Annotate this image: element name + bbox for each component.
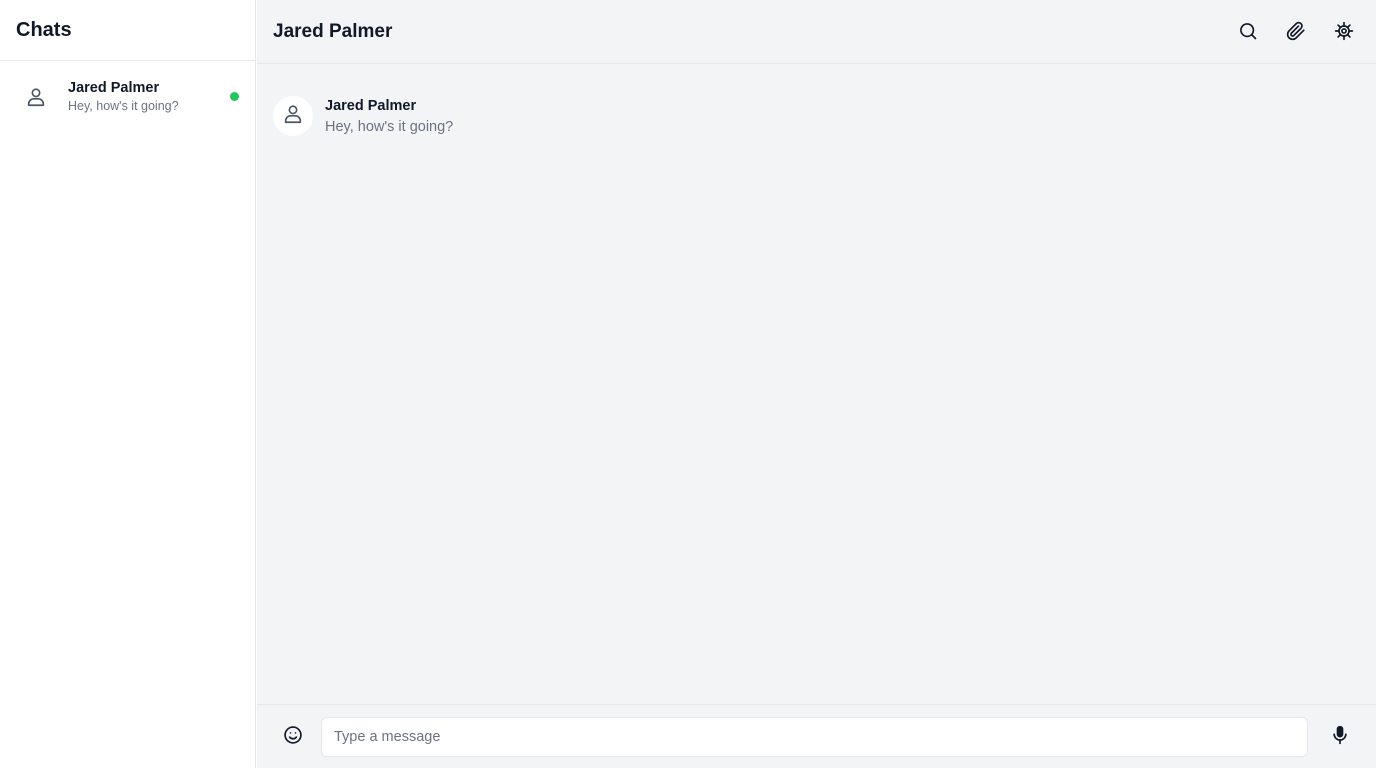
smiley-icon — [283, 725, 303, 748]
online-status-indicator — [230, 92, 239, 101]
message-body: Jared Palmer Hey, how's it going? — [325, 96, 453, 137]
message-composer — [257, 704, 1376, 768]
user-icon — [282, 103, 304, 130]
sidebar-header: Chats — [0, 0, 255, 61]
chat-item-name: Jared Palmer — [68, 80, 160, 96]
user-icon — [24, 85, 48, 109]
conversation-panel: Jared Palmer Jared Palmer Hey, how's it … — [257, 0, 1376, 768]
header-actions — [1232, 16, 1360, 48]
settings-button[interactable] — [1328, 16, 1360, 48]
conversation-header: Jared Palmer — [257, 0, 1376, 64]
message-sender: Jared Palmer — [325, 98, 417, 114]
message-item: Jared Palmer Hey, how's it going? — [273, 96, 1360, 137]
message-avatar — [273, 96, 313, 136]
message-list: Jared Palmer Hey, how's it going? — [257, 64, 1376, 137]
chat-item-text: Jared Palmer Hey, how's it going? — [68, 79, 179, 115]
sidebar-title: Chats — [16, 19, 72, 41]
search-icon — [1238, 21, 1258, 44]
voice-message-button[interactable] — [1320, 717, 1360, 757]
chat-item-preview: Hey, how's it going? — [68, 99, 179, 113]
paperclip-icon — [1286, 21, 1306, 44]
message-text: Hey, how's it going? — [325, 119, 454, 135]
conversation-title: Jared Palmer — [273, 20, 393, 42]
microphone-icon — [1330, 725, 1350, 748]
chat-list-item[interactable]: Jared Palmer Hey, how's it going? — [0, 61, 255, 133]
search-button[interactable] — [1232, 16, 1264, 48]
attach-button[interactable] — [1280, 16, 1312, 48]
emoji-button[interactable] — [273, 717, 313, 757]
message-input[interactable] — [321, 716, 1308, 757]
settings-icon — [1334, 21, 1354, 44]
sidebar: Chats Jared Palmer Hey, how's it going? — [0, 0, 256, 768]
